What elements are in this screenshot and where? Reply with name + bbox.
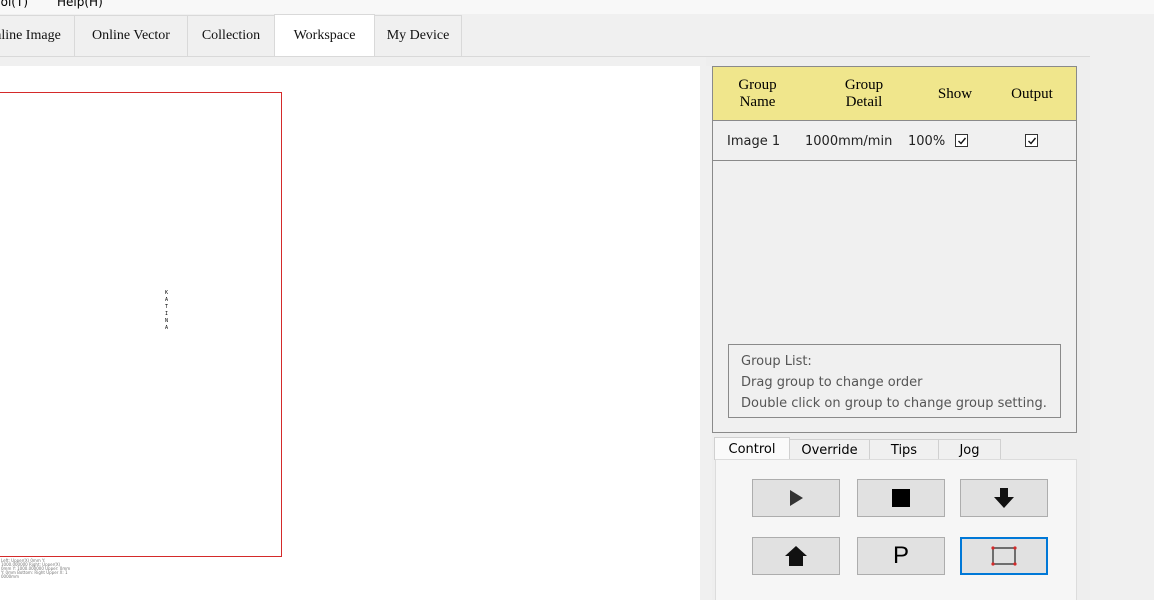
tab-collection[interactable]: Collection (187, 15, 275, 56)
help-line-drag: Drag group to change order (741, 375, 923, 390)
play-icon (790, 490, 803, 506)
group-list-help: Group List: Drag group to change order D… (728, 344, 1061, 418)
tab-online-vector[interactable]: Online Vector (74, 15, 188, 56)
tab-jog[interactable]: Jog (938, 439, 1001, 460)
tab-label: Workspace (293, 28, 356, 43)
table-row[interactable]: Image 1 1000mm/min 100% (713, 122, 1076, 161)
header-show[interactable]: Show (931, 67, 979, 121)
home-icon (785, 546, 807, 566)
tab-my-device[interactable]: My Device (374, 15, 462, 56)
workspace-canvas[interactable]: K A T I N A Left: Upper(X) 0mm Y: 1000.0… (0, 66, 700, 600)
check-icon (958, 137, 967, 145)
tab-label: Online Vector (92, 28, 170, 43)
row-group-detail: 1000mm/min (805, 134, 893, 149)
tab-label: Collection (201, 28, 261, 43)
menu-bar: Tool(T) Help(H) (0, 0, 1154, 14)
header-group-name[interactable]: Group Name (721, 67, 794, 121)
tab-label: Jog (959, 442, 980, 458)
tab-label: My Device (386, 28, 450, 43)
header-output[interactable]: Output (993, 67, 1071, 121)
group-table-header: Group Name Group Detail Show Output (713, 67, 1076, 121)
help-title: Group List: (741, 354, 812, 369)
row-group-name: Image 1 (727, 134, 781, 149)
control-tab-bar: Control Override Tips Jog (712, 437, 1077, 460)
output-checkbox[interactable] (1025, 134, 1038, 147)
tab-control[interactable]: Control (714, 437, 790, 460)
tab-override[interactable]: Override (789, 439, 870, 460)
header-group-detail[interactable]: Group Detail (828, 67, 900, 121)
tab-label: Online Image (0, 28, 61, 43)
tab-label: Control (728, 441, 776, 457)
menu-tool[interactable]: Tool(T) (0, 0, 28, 9)
splitter[interactable] (700, 66, 712, 600)
canvas-vertical-text[interactable]: K A T I N A (165, 290, 169, 332)
work-area-frame[interactable]: K A T I N A (0, 92, 282, 557)
frame-icon (991, 546, 1017, 566)
tab-label: Override (801, 442, 858, 458)
tab-tips[interactable]: Tips (869, 439, 939, 460)
tab-label: Tips (890, 442, 918, 458)
help-line-double-click: Double click on group to change group se… (741, 396, 1047, 411)
show-checkbox[interactable] (955, 134, 968, 147)
frame-button[interactable] (960, 537, 1048, 575)
main-tab-bar: Online Image Online Vector Collection Wo… (0, 14, 1154, 57)
tab-divider (0, 56, 1090, 57)
check-icon (1028, 137, 1037, 145)
home-button[interactable] (752, 537, 840, 575)
stop-icon (892, 489, 910, 507)
tab-workspace[interactable]: Workspace (274, 14, 375, 57)
canvas-coordinate-text: Left: Upper(X) 0mm Y: 1000.000000 Right:… (1, 558, 71, 579)
pause-label: P (892, 542, 909, 569)
pause-button[interactable]: P (857, 537, 945, 575)
tab-online-image[interactable]: Online Image (0, 15, 75, 56)
stop-button[interactable] (857, 479, 945, 517)
start-button[interactable] (752, 479, 840, 517)
download-button[interactable] (960, 479, 1048, 517)
menu-help[interactable]: Help(H) (57, 0, 103, 9)
group-list-panel: Group Name Group Detail Show Output Imag… (712, 66, 1077, 433)
row-power: 100% (908, 134, 946, 149)
arrow-down-icon (994, 488, 1014, 508)
